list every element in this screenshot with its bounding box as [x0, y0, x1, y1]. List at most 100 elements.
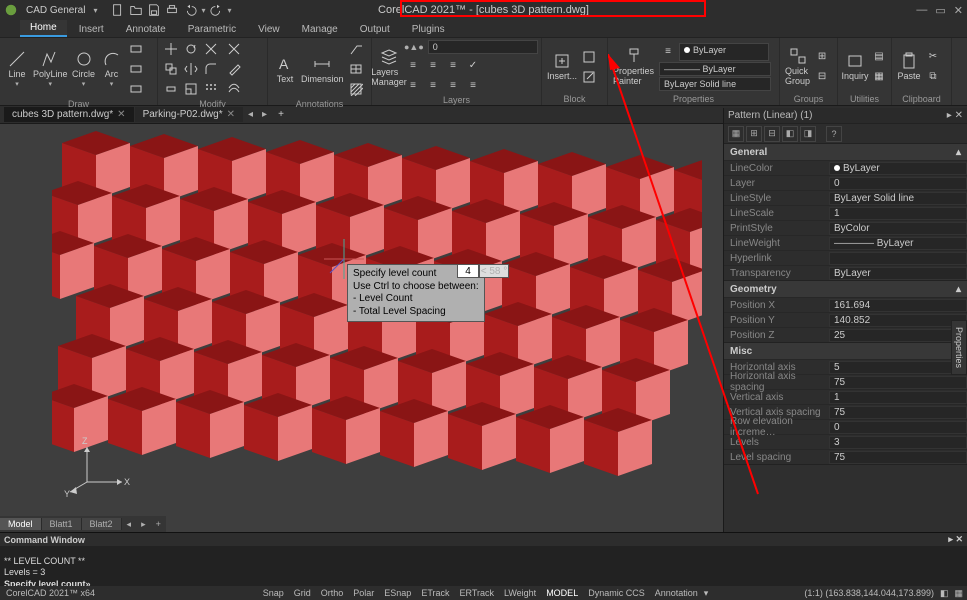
prop-value[interactable]: ByLayer [829, 162, 967, 175]
pp-tool-3[interactable]: ⊟ [764, 126, 780, 142]
offset-icon[interactable] [225, 80, 243, 98]
layout-nav-2[interactable]: + [151, 518, 166, 530]
cmd-pin-icon[interactable]: ▸ [948, 534, 953, 544]
linestyle-dropdown[interactable]: ByLayer Solid line [659, 77, 771, 91]
status-toggle-model[interactable]: MODEL [542, 588, 582, 599]
text-tool[interactable]: AText [272, 54, 298, 85]
rotate-icon[interactable] [182, 40, 200, 58]
copy2-icon[interactable]: ⧉ [924, 68, 942, 86]
prop-value[interactable]: ByLayer Solid line [829, 192, 967, 205]
insert-block-tool[interactable]: Insert... [546, 51, 578, 82]
line-tool[interactable]: Line▾ [4, 49, 30, 89]
prop-value[interactable]: ByColor [829, 222, 967, 235]
status-toggle-ertrack[interactable]: ERTrack [455, 588, 498, 599]
properties-side-tab[interactable]: Properties [951, 320, 967, 375]
maximize-icon[interactable]: ▭ [935, 4, 945, 17]
ribbon-tab-insert[interactable]: Insert [69, 22, 114, 37]
copy-icon[interactable] [162, 60, 180, 78]
layout-tab-blatt2[interactable]: Blatt2 [82, 518, 122, 530]
prop-value[interactable]: 75 [829, 376, 967, 389]
status-toggle-grid[interactable]: Grid [290, 588, 315, 599]
layout-nav-0[interactable]: ◂ [122, 518, 137, 531]
prop-value[interactable]: 3 [829, 436, 967, 449]
tab-prev[interactable]: ◂ [244, 109, 257, 120]
layer-state-1[interactable]: ≡ [404, 56, 422, 74]
paste-tool[interactable]: Paste [896, 51, 922, 82]
prop-value[interactable]: 0 [829, 421, 967, 434]
status-toggle-lweight[interactable]: LWeight [500, 588, 540, 599]
make-block-icon[interactable] [580, 48, 598, 66]
pp-tool-5[interactable]: ◨ [800, 126, 816, 142]
erase-icon[interactable] [225, 60, 243, 78]
layer-state-3[interactable]: ≡ [444, 56, 462, 74]
status-toggle-etrack[interactable]: ETrack [417, 588, 453, 599]
level-count-input[interactable] [457, 264, 479, 278]
close-icon[interactable]: ✕ [954, 4, 963, 17]
layer-state-2[interactable]: ≡ [424, 56, 442, 74]
prop-value[interactable]: 25 [829, 329, 967, 342]
polyline-tool[interactable]: PolyLine▾ [32, 49, 69, 89]
layer-dropdown[interactable]: 0 [428, 40, 538, 54]
layout-nav-1[interactable]: ▸ [136, 518, 151, 531]
print-icon[interactable] [165, 3, 179, 17]
workspace-menu[interactable]: CAD General [22, 5, 89, 16]
move-icon[interactable] [162, 40, 180, 58]
cut-icon[interactable]: ✂ [924, 48, 942, 66]
layer-state-5[interactable]: ≡ [404, 76, 422, 94]
array-icon[interactable] [202, 80, 220, 98]
pp-tool-1[interactable]: ▦ [728, 126, 744, 142]
undo-icon[interactable] [183, 3, 197, 17]
redo-icon[interactable] [210, 3, 224, 17]
dimension-tool[interactable]: Dimension [300, 54, 345, 85]
tab-add[interactable]: + [272, 107, 290, 122]
status-toggle-ortho[interactable]: Ortho [317, 588, 348, 599]
leader-icon[interactable] [347, 40, 365, 58]
ribbon-tab-view[interactable]: View [248, 22, 290, 37]
status-toggle-dynamic ccs[interactable]: Dynamic CCS [584, 588, 649, 599]
status-icon-2[interactable]: ▦ [954, 588, 963, 599]
prop-value[interactable]: 1 [829, 391, 967, 404]
quick-group-tool[interactable]: Quick Group [784, 46, 811, 87]
new-icon[interactable] [111, 3, 125, 17]
prop-value[interactable]: 161.694 [829, 299, 967, 312]
minimize-icon[interactable]: — [916, 4, 927, 17]
status-toggle-esnap[interactable]: ESnap [380, 588, 415, 599]
ribbon-tab-plugins[interactable]: Plugins [402, 22, 455, 37]
hatch-icon[interactable] [347, 80, 365, 98]
layer-state-8[interactable]: ≡ [464, 76, 482, 94]
fillet-icon[interactable] [202, 60, 220, 78]
ribbon-tab-output[interactable]: Output [350, 22, 400, 37]
trim-icon[interactable] [202, 40, 220, 58]
color-dropdown[interactable]: ByLayer [679, 43, 769, 61]
pp-tool-2[interactable]: ⊞ [746, 126, 762, 142]
status-annotation-dropdown[interactable]: ▾ [704, 588, 709, 599]
arc-tool[interactable]: Arc▾ [99, 49, 125, 89]
circle-tool[interactable]: Circle▾ [71, 49, 97, 89]
pp-help-icon[interactable]: ? [826, 126, 842, 142]
scale-icon[interactable] [182, 80, 200, 98]
prop-value[interactable]: 5 [829, 361, 967, 374]
properties-title[interactable]: Pattern (Linear) (1) [728, 110, 812, 121]
prop-close-icon[interactable]: ✕ [955, 110, 963, 121]
doc-tab[interactable]: cubes 3D pattern.dwg*✕ [4, 107, 134, 122]
section-geometry[interactable]: Geometry▴ [724, 281, 967, 297]
tab-close-icon[interactable]: ✕ [227, 109, 235, 120]
prop-value[interactable]: 75 [829, 406, 967, 419]
save-icon[interactable] [147, 3, 161, 17]
prop-value[interactable]: ByLayer [829, 267, 967, 280]
prop-value[interactable]: 140.852 [829, 314, 967, 327]
table-icon[interactable] [347, 60, 365, 78]
layout-tab-blatt1[interactable]: Blatt1 [42, 518, 82, 530]
prop-value[interactable]: ———— ByLayer [829, 237, 967, 250]
rect-icon[interactable] [127, 80, 145, 98]
tab-next[interactable]: ▸ [258, 109, 271, 120]
layout-tab-model[interactable]: Model [0, 518, 42, 530]
explode-icon[interactable] [225, 40, 243, 58]
group-icon-1[interactable]: ⊞ [813, 48, 831, 66]
prop-value[interactable]: 75 [829, 451, 967, 464]
section-misc[interactable]: Misc▴ [724, 343, 967, 359]
ribbon-tab-home[interactable]: Home [20, 20, 67, 37]
group-icon-2[interactable]: ⊟ [813, 68, 831, 86]
status-icon-1[interactable]: ◧ [940, 588, 949, 599]
ribbon-tab-parametric[interactable]: Parametric [178, 22, 246, 37]
